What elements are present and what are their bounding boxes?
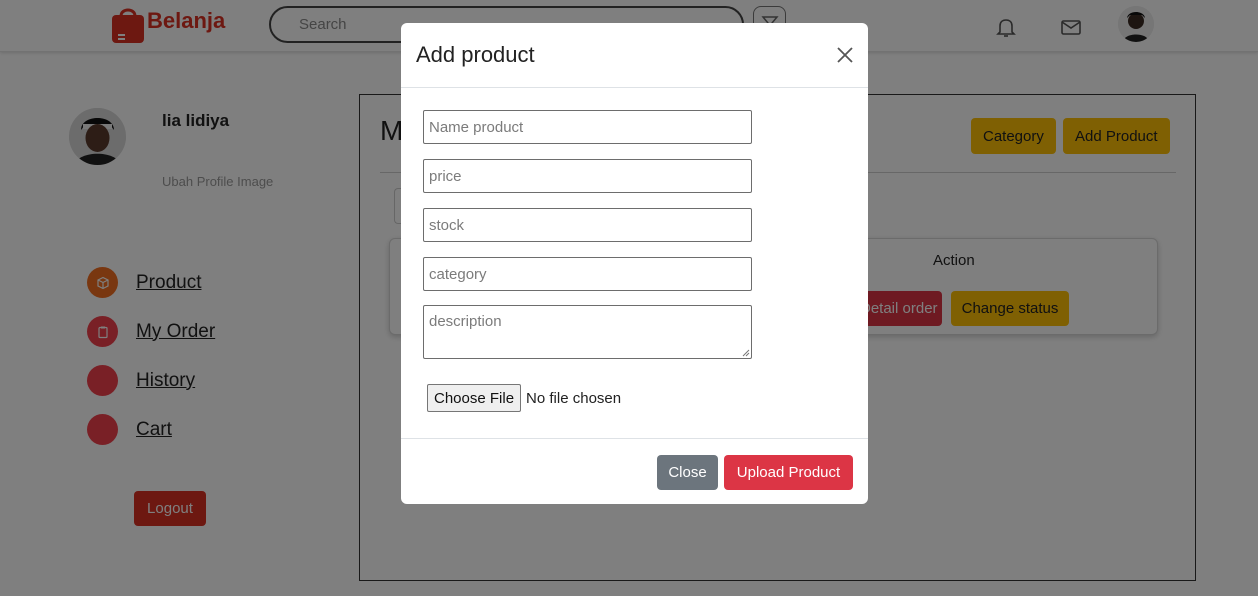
resize-handle-icon[interactable] (740, 347, 750, 357)
modal-title: Add product (416, 42, 535, 67)
product-name-field[interactable] (423, 110, 752, 144)
category-field[interactable] (423, 257, 752, 291)
file-upload: Choose File No file chosen (427, 384, 621, 412)
upload-product-button[interactable]: Upload Product (724, 455, 853, 490)
close-modal-button[interactable]: Close (657, 455, 718, 490)
description-field[interactable] (423, 305, 752, 359)
close-button[interactable] (834, 44, 856, 66)
file-status: No file chosen (526, 389, 622, 407)
choose-file-button[interactable]: Choose File (427, 384, 522, 412)
close-icon (837, 47, 853, 63)
stock-field[interactable] (423, 208, 752, 242)
add-product-modal: Add product Choose File No file chosen C… (401, 23, 868, 504)
modal-footer: Close Upload Product (401, 438, 868, 504)
modal-header: Add product (401, 23, 868, 88)
price-field[interactable] (423, 159, 752, 193)
